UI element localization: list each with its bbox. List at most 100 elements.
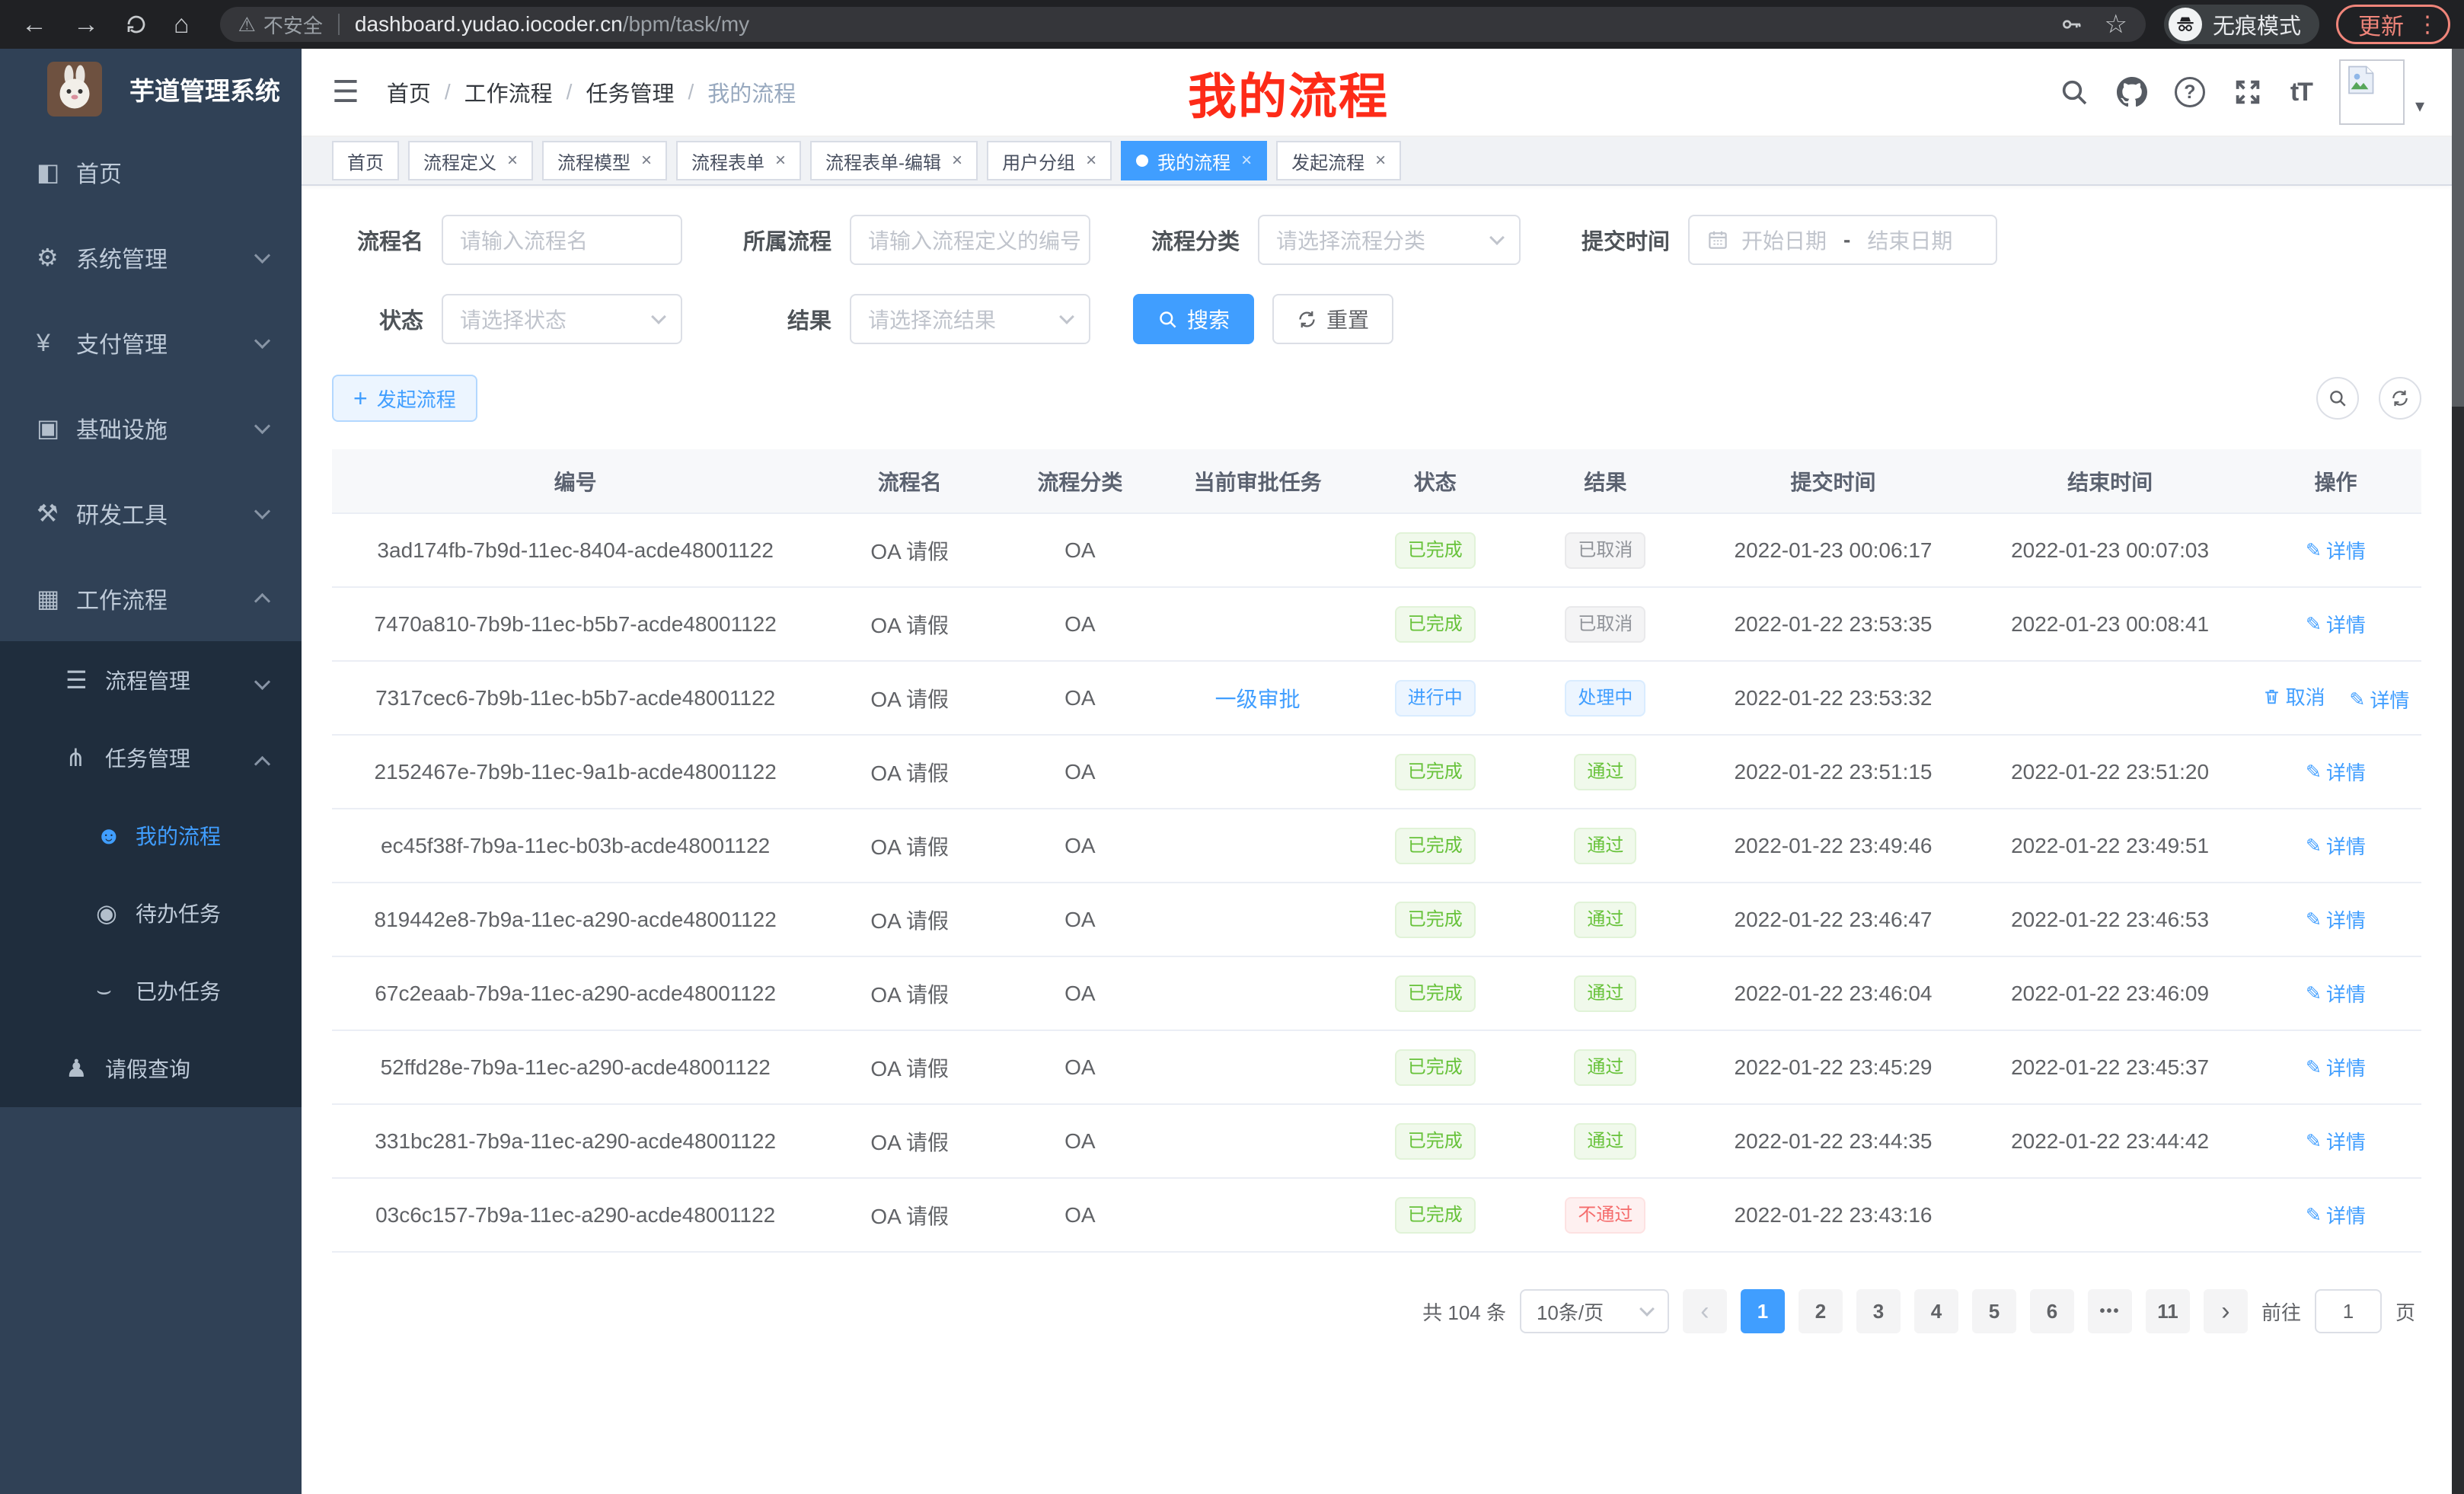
sidebar-item[interactable]: ¥ 支付管理 xyxy=(0,300,302,385)
page-button[interactable]: 11 xyxy=(2146,1289,2190,1333)
column-header[interactable]: 结果 xyxy=(1514,449,1696,513)
breadcrumb-item[interactable]: 任务管理 xyxy=(586,76,674,108)
table-row[interactable]: 2152467e-7b9b-11ec-9a1b-acde48001122 OA … xyxy=(332,735,2421,809)
search-button[interactable]: 搜索 xyxy=(1133,294,1254,344)
fullscreen-icon[interactable] xyxy=(2233,77,2263,107)
column-header[interactable]: 当前审批任务 xyxy=(1160,449,1356,513)
sidebar-item[interactable]: ☻ 我的流程 xyxy=(0,796,302,874)
tab[interactable]: 流程定义 × xyxy=(408,141,533,180)
address-bar[interactable]: ⚠ 不安全 dashboard.yudao.iocoder.cn/bpm/tas… xyxy=(220,7,2146,42)
tab[interactable]: 流程表单-编辑 × xyxy=(810,141,978,180)
prev-page-button[interactable]: ‹ xyxy=(1683,1289,1727,1333)
browser-menu-icon[interactable]: ⋮ xyxy=(2416,11,2439,38)
page-button[interactable]: 2 xyxy=(1799,1289,1843,1333)
toggle-search-button[interactable] xyxy=(2316,377,2359,420)
table-row[interactable]: 52ffd28e-7b9a-11ec-a290-acde48001122 OA … xyxy=(332,1030,2421,1104)
avatar-dropdown-icon[interactable]: ▾ xyxy=(2415,95,2424,117)
bookmark-star-icon[interactable]: ☆ xyxy=(2105,9,2127,40)
app-logo[interactable]: 芋道管理系统 xyxy=(0,49,302,129)
reload-icon[interactable] xyxy=(125,13,148,36)
process-def-input[interactable]: 请输入流程定义的编号 xyxy=(850,215,1090,265)
column-header[interactable]: 状态 xyxy=(1356,449,1515,513)
font-size-icon[interactable]: tT xyxy=(2290,78,2312,107)
sidebar-item[interactable]: ▦ 工作流程 xyxy=(0,556,302,641)
detail-action[interactable]: ✎ 详情 xyxy=(2306,832,2366,860)
sidebar-item[interactable]: ⋔ 任务管理 xyxy=(0,719,302,796)
table-row[interactable]: 3ad174fb-7b9d-11ec-8404-acde48001122 OA … xyxy=(332,513,2421,587)
submit-time-range-picker[interactable]: 开始日期 - 结束日期 xyxy=(1688,215,1997,265)
page-button[interactable]: 5 xyxy=(1972,1289,2016,1333)
sidebar-item[interactable]: ◧ 首页 xyxy=(0,129,302,215)
page-button[interactable]: 4 xyxy=(1914,1289,1958,1333)
page-button[interactable]: 1 xyxy=(1741,1289,1785,1333)
column-header[interactable]: 提交时间 xyxy=(1696,449,1970,513)
forward-icon[interactable]: → xyxy=(73,11,99,37)
table-row[interactable]: 331bc281-7b9a-11ec-a290-acde48001122 OA … xyxy=(332,1104,2421,1178)
detail-action[interactable]: ✎ 详情 xyxy=(2306,758,2366,786)
close-icon[interactable]: × xyxy=(775,150,786,171)
password-key-icon[interactable] xyxy=(2059,12,2083,37)
tab[interactable]: 首页 xyxy=(332,141,399,180)
back-icon[interactable]: ← xyxy=(21,11,47,37)
table-row[interactable]: ec45f38f-7b9a-11ec-b03b-acde48001122 OA … xyxy=(332,809,2421,883)
detail-action[interactable]: ✎ 详情 xyxy=(2306,905,2366,934)
page-button[interactable]: 3 xyxy=(1856,1289,1901,1333)
sidebar-item[interactable]: ◉ 待办任务 xyxy=(0,874,302,952)
detail-action[interactable]: ✎ 详情 xyxy=(2306,536,2366,564)
close-icon[interactable]: × xyxy=(641,150,652,171)
sidebar-item[interactable]: ☰ 流程管理 xyxy=(0,641,302,719)
breadcrumb-item[interactable]: 我的流程 xyxy=(707,76,796,108)
tab[interactable]: 我的流程 × xyxy=(1121,141,1267,180)
breadcrumb-item[interactable]: 工作流程 xyxy=(464,76,553,108)
table-row[interactable]: 03c6c157-7b9a-11ec-a290-acde48001122 OA … xyxy=(332,1178,2421,1252)
sidebar-item[interactable]: ⚒ 研发工具 xyxy=(0,471,302,556)
column-header[interactable]: 结束时间 xyxy=(1970,449,2250,513)
detail-action[interactable]: ✎ 详情 xyxy=(2306,610,2366,638)
column-header[interactable]: 编号 xyxy=(332,449,819,513)
home-icon[interactable]: ⌂ xyxy=(174,11,190,37)
create-process-button[interactable]: + 发起流程 xyxy=(332,375,477,422)
help-icon[interactable]: ? xyxy=(2175,77,2205,107)
url-text[interactable]: dashboard.yudao.iocoder.cn/bpm/task/my xyxy=(355,12,749,37)
refresh-table-button[interactable] xyxy=(2379,377,2421,420)
detail-action[interactable]: ✎ 详情 xyxy=(2349,685,2409,713)
column-header[interactable]: 操作 xyxy=(2250,449,2421,513)
tab[interactable]: 用户分组 × xyxy=(987,141,1112,180)
detail-action[interactable]: ✎ 详情 xyxy=(2306,1127,2366,1155)
status-select[interactable]: 请选择状态 xyxy=(442,294,682,344)
sidebar-item[interactable]: ▣ 基础设施 xyxy=(0,385,302,471)
browser-scrollbar[interactable] xyxy=(2452,49,2464,1494)
search-icon[interactable] xyxy=(2059,77,2089,107)
page-button[interactable]: ••• xyxy=(2088,1289,2132,1333)
tab[interactable]: 流程模型 × xyxy=(542,141,667,180)
page-size-select[interactable]: 10条/页 xyxy=(1520,1289,1669,1333)
goto-page-input[interactable]: 1 xyxy=(2315,1289,2382,1333)
table-row[interactable]: 67c2eaab-7b9a-11ec-a290-acde48001122 OA … xyxy=(332,956,2421,1030)
process-name-input[interactable]: 请输入流程名 xyxy=(442,215,682,265)
detail-action[interactable]: ✎ 详情 xyxy=(2306,1201,2366,1229)
tab[interactable]: 发起流程 × xyxy=(1276,141,1401,180)
github-icon[interactable] xyxy=(2117,77,2147,107)
column-header[interactable]: 流程名 xyxy=(819,449,1001,513)
close-icon[interactable]: × xyxy=(507,150,518,171)
tab[interactable]: 流程表单 × xyxy=(676,141,801,180)
table-row[interactable]: 7317cec6-7b9b-11ec-b5b7-acde48001122 OA … xyxy=(332,661,2421,735)
current-task-link[interactable]: 一级审批 xyxy=(1215,688,1301,711)
close-icon[interactable]: × xyxy=(1086,150,1096,171)
scrollbar-thumb[interactable] xyxy=(2452,49,2464,407)
sidebar-toggle-icon[interactable]: ☰ xyxy=(332,75,359,110)
reset-button[interactable]: 重置 xyxy=(1272,294,1393,344)
detail-action[interactable]: ✎ 详情 xyxy=(2306,1053,2366,1081)
page-button[interactable]: 6 xyxy=(2030,1289,2074,1333)
update-button[interactable]: 更新 ⋮ xyxy=(2336,5,2450,44)
column-header[interactable]: 流程分类 xyxy=(1001,449,1160,513)
breadcrumb-item[interactable]: 首页 xyxy=(387,76,431,108)
result-select[interactable]: 请选择流结果 xyxy=(850,294,1090,344)
sidebar-item[interactable]: ⌣ 已办任务 xyxy=(0,952,302,1030)
avatar[interactable] xyxy=(2339,59,2405,125)
table-row[interactable]: 7470a810-7b9b-11ec-b5b7-acde48001122 OA … xyxy=(332,587,2421,661)
sidebar-item[interactable]: ⚙ 系统管理 xyxy=(0,215,302,300)
close-icon[interactable]: × xyxy=(952,150,962,171)
close-icon[interactable]: × xyxy=(1375,150,1386,171)
detail-action[interactable]: ✎ 详情 xyxy=(2306,979,2366,1007)
